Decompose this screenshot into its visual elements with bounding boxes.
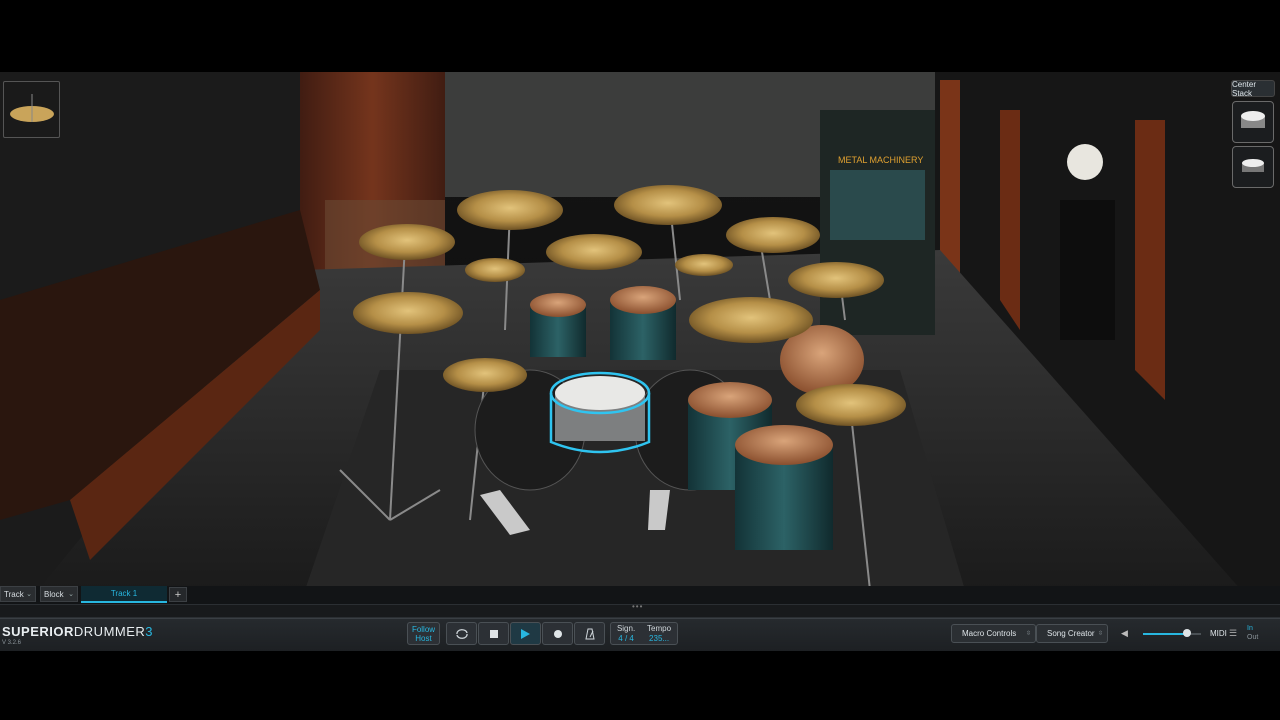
metronome-button[interactable] <box>574 622 605 645</box>
tempo-display[interactable]: Tempo 235... <box>647 624 671 644</box>
up-down-icon: ⇳ <box>1097 631 1103 637</box>
macro-controls-label: Macro Controls <box>962 629 1017 638</box>
resize-handle[interactable]: ••• <box>632 602 643 611</box>
midi-in-out-indicator: In Out <box>1247 624 1258 642</box>
track-menu-label: Track <box>4 589 24 599</box>
center-stack-label[interactable]: Center Stack <box>1231 80 1275 98</box>
kit-thumbnail[interactable] <box>3 81 60 138</box>
tab-track-1[interactable]: Track 1 <box>81 586 167 603</box>
banner-title: METAL MACHINERY <box>838 155 923 165</box>
loop-button[interactable] <box>446 622 477 645</box>
signature-tempo-display[interactable]: Sign. 4 / 4 Tempo 235... <box>610 622 678 645</box>
midi-label[interactable]: MIDI <box>1210 629 1227 638</box>
record-icon <box>553 629 562 638</box>
play-button[interactable] <box>510 622 541 645</box>
logo-number: 3 <box>145 624 154 639</box>
add-track-button[interactable]: + <box>169 587 187 602</box>
record-button[interactable] <box>542 622 573 645</box>
macro-controls-button[interactable]: Macro Controls ⇳ <box>951 624 1036 643</box>
block-menu-label: Block <box>44 589 64 599</box>
speaker-icon[interactable]: ◀ <box>1121 628 1128 639</box>
follow-host-button[interactable]: Follow Host <box>407 622 440 645</box>
logo-light: DRUMMER <box>73 624 146 639</box>
tempo-label: Tempo <box>647 623 672 633</box>
track-menu-button[interactable]: Track ⌄ <box>0 586 36 602</box>
signature-label: Sign. <box>616 623 636 633</box>
drum-room-illustration: METAL MACHINERY <box>0 72 1280 600</box>
follow-host-line2: Host <box>415 633 432 643</box>
metronome-icon <box>584 628 595 639</box>
master-volume-slider[interactable] <box>1143 629 1201 637</box>
signature-display[interactable]: Sign. 4 / 4 <box>617 624 635 644</box>
center-stack-slot-snare[interactable] <box>1232 101 1274 143</box>
snare-drum-icon <box>1241 111 1265 128</box>
drum-room-stage[interactable]: METAL MACHINERY <box>0 72 1280 600</box>
cymbal-thumbnail-icon <box>10 94 54 122</box>
chevron-down-icon: ⌄ <box>68 591 74 598</box>
midi-in-label: In <box>1247 625 1253 632</box>
tempo-value: 235... <box>649 633 670 643</box>
version-label: V 3.2.6 <box>2 640 22 646</box>
volume-knob[interactable] <box>1182 629 1191 637</box>
logo-bold: SUPERIOR <box>2 624 74 639</box>
stop-button[interactable] <box>478 622 509 645</box>
signature-value: 4 / 4 <box>618 633 634 643</box>
loop-icon <box>455 628 468 639</box>
snare-drum-icon <box>1242 159 1264 172</box>
song-creator-label: Song Creator <box>1047 629 1095 638</box>
follow-host-line1: Follow <box>411 624 436 634</box>
volume-fill <box>1143 633 1187 635</box>
midi-settings-icon[interactable]: ☰ <box>1229 628 1237 639</box>
stop-icon <box>489 629 498 638</box>
chevron-down-icon: ⌄ <box>26 591 32 598</box>
up-down-icon: ⇳ <box>1025 631 1031 637</box>
center-stack-slot-snare-2[interactable] <box>1232 146 1274 188</box>
song-creator-button[interactable]: Song Creator ⇳ <box>1036 624 1108 643</box>
block-menu-button[interactable]: Block ⌄ <box>40 586 78 602</box>
product-logo: SUPERIORDRUMMER3 <box>2 624 153 639</box>
midi-out-label: Out <box>1247 634 1259 641</box>
play-icon <box>521 628 530 639</box>
